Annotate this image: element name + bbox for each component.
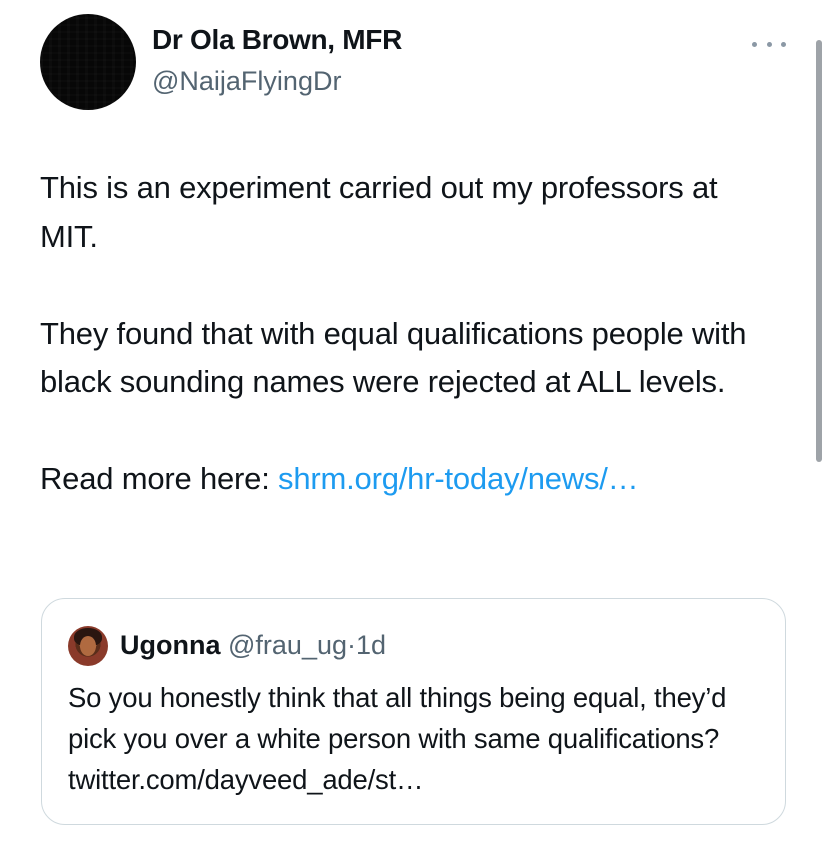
author-avatar[interactable] xyxy=(40,14,136,110)
tweet-paragraph: They found that with equal qualification… xyxy=(40,315,747,400)
quote-header: Ugonna @frau_ug·1d xyxy=(120,630,386,661)
more-dot xyxy=(752,41,757,47)
quote-timestamp[interactable]: 1d xyxy=(356,630,386,660)
tweet-paragraph: This is an experiment carried out my pro… xyxy=(40,170,718,254)
more-dot xyxy=(781,41,786,47)
read-more-line: Read more here: shrm.org/hr-today/news/… xyxy=(40,455,780,504)
avatar-texture xyxy=(40,14,136,110)
quote-author-handle[interactable]: @frau_ug xyxy=(228,630,347,660)
quote-separator: · xyxy=(347,630,356,660)
more-dot xyxy=(766,41,772,47)
tweet-text: This is an experiment carried out my pro… xyxy=(40,164,780,504)
scrollbar[interactable] xyxy=(816,40,822,462)
article-link[interactable]: shrm.org/hr-today/news/… xyxy=(278,461,639,496)
avatar-face xyxy=(80,636,96,656)
quote-text: So you honestly think that all things be… xyxy=(68,682,727,795)
author-name[interactable]: Dr Ola Brown, MFR xyxy=(152,24,402,56)
tweet: Dr Ola Brown, MFR @NaijaFlyingDr This is… xyxy=(0,0,828,855)
quote-author-avatar[interactable] xyxy=(68,626,108,666)
quote-tweet-card[interactable]: Ugonna @frau_ug·1d So you honestly think… xyxy=(41,598,786,825)
read-more-prefix: Read more here: xyxy=(40,461,279,496)
more-horizontal-icon[interactable] xyxy=(752,38,786,50)
quote-author-name[interactable]: Ugonna xyxy=(120,630,221,660)
author-handle[interactable]: @NaijaFlyingDr xyxy=(152,66,341,97)
